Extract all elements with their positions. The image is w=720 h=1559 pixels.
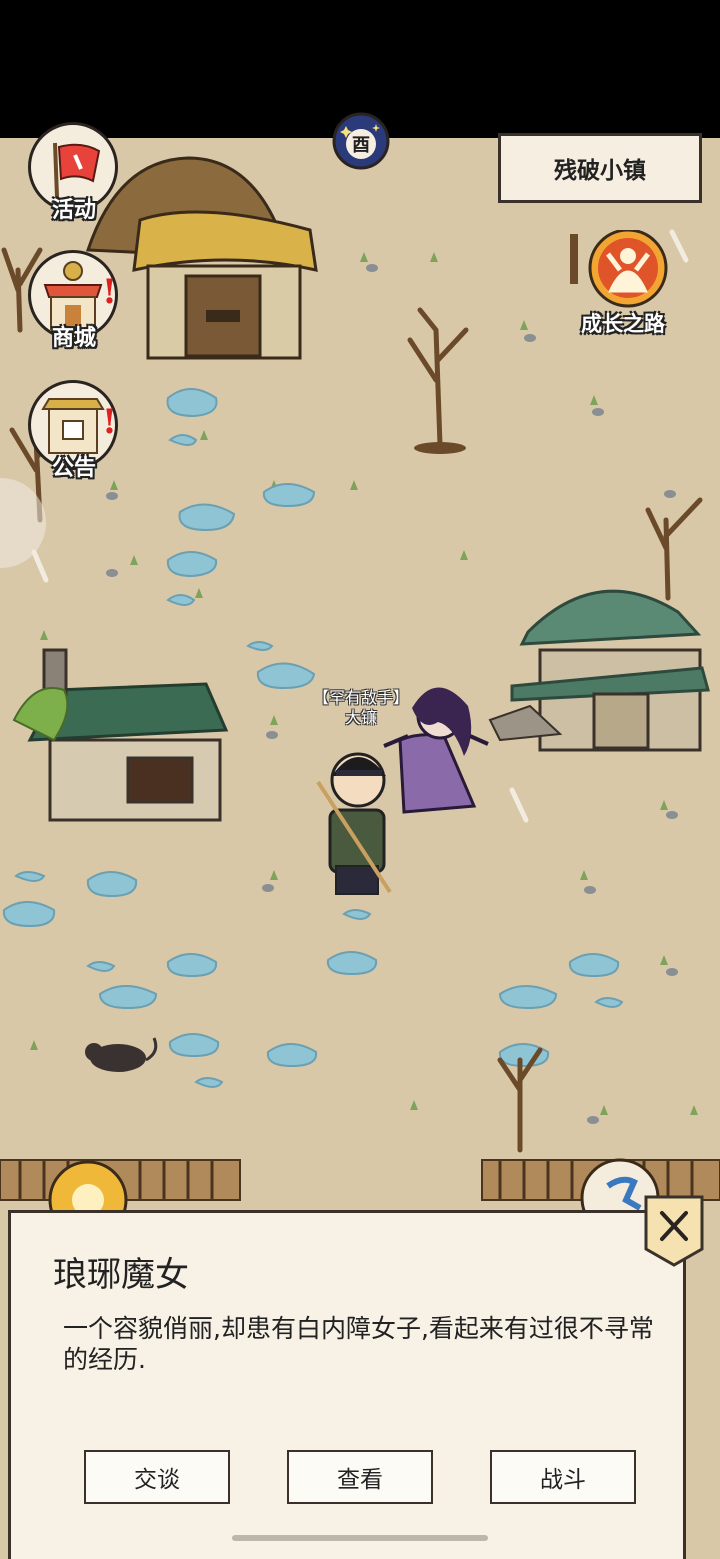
npc-title: 【罕有敌手】 bbox=[312, 688, 409, 707]
npc-description: 一个容貌俏丽,却患有白内障女子,看起来有过很不寻常的经历. bbox=[63, 1314, 654, 1374]
growth-path-label: 成长之路 bbox=[581, 312, 665, 336]
notice-alert-badge: ! bbox=[102, 402, 117, 442]
time-glyph: 酉 bbox=[352, 135, 370, 156]
time-of-day-icon: 酉 bbox=[332, 112, 390, 170]
npc-weapon: 大镰 bbox=[344, 708, 377, 727]
menu-events-label: 活动 bbox=[51, 198, 96, 223]
npc-map-tag[interactable]: 【罕有敌手】 大镰 bbox=[296, 688, 426, 728]
home-indicator[interactable] bbox=[232, 1535, 488, 1541]
growth-icon bbox=[570, 228, 668, 308]
menu-notice-label: 公告 bbox=[51, 456, 96, 481]
npc-dialog-panel: 琅琊魔女 一个容貌俏丽,却患有白内障女子,看起来有过很不寻常的经历. bbox=[8, 1210, 686, 1559]
location-name: 残破小镇 bbox=[498, 133, 702, 203]
fight-button[interactable]: 战斗 bbox=[490, 1450, 636, 1504]
talk-button[interactable]: 交谈 bbox=[84, 1450, 230, 1504]
menu-events-button[interactable]: 活动 bbox=[24, 122, 124, 223]
menu-shop-label: 商城 bbox=[51, 326, 96, 351]
close-dialog-button[interactable] bbox=[642, 1193, 706, 1269]
inspect-button[interactable]: 查看 bbox=[287, 1450, 433, 1504]
shop-alert-badge: ! bbox=[102, 272, 117, 312]
npc-name: 琅琊魔女 bbox=[53, 1255, 189, 1295]
menu-notice-button[interactable]: ! 公告 bbox=[24, 380, 124, 481]
menu-shop-button[interactable]: ! 商城 bbox=[24, 250, 124, 351]
growth-path-button[interactable]: 成长之路 bbox=[568, 228, 678, 340]
close-icon bbox=[644, 1195, 704, 1267]
